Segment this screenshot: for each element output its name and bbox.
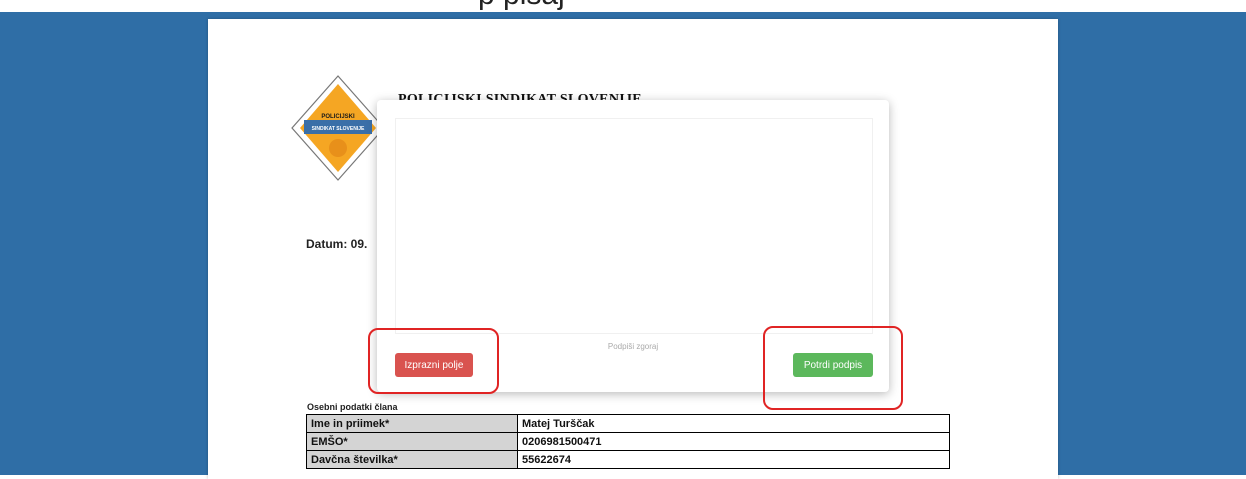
highlight-clear-button bbox=[368, 328, 499, 394]
section-title: Osebni podatki člana bbox=[307, 402, 398, 412]
top-strip bbox=[0, 0, 1246, 12]
row-value: 0206981500471 bbox=[517, 432, 950, 451]
logo-text-top: POLICIJSKI bbox=[321, 114, 355, 120]
personal-data-table: Ime in priimek* Matej Turščak EMŠO* 0206… bbox=[306, 414, 950, 469]
table-row: EMŠO* 0206981500471 bbox=[306, 432, 950, 451]
signature-pad[interactable] bbox=[395, 118, 873, 334]
row-value: Matej Turščak bbox=[517, 414, 950, 433]
row-label: Davčna številka* bbox=[306, 450, 518, 469]
union-logo: POLICIJSKI SINDIKAT SLOVENIJE bbox=[291, 75, 385, 181]
table-row: Ime in priimek* Matej Turščak bbox=[306, 414, 950, 433]
logo-text-bottom: SINDIKAT SLOVENIJE bbox=[312, 126, 365, 132]
row-value: 55622674 bbox=[517, 450, 950, 469]
date-label: Datum: 09. bbox=[306, 237, 368, 251]
header-text-fragment: p pisaj bbox=[478, 0, 565, 12]
table-row: Davčna številka* 55622674 bbox=[306, 450, 950, 469]
row-label: Ime in priimek* bbox=[306, 414, 518, 433]
row-label: EMŠO* bbox=[306, 432, 518, 451]
highlight-confirm-button bbox=[763, 326, 903, 410]
